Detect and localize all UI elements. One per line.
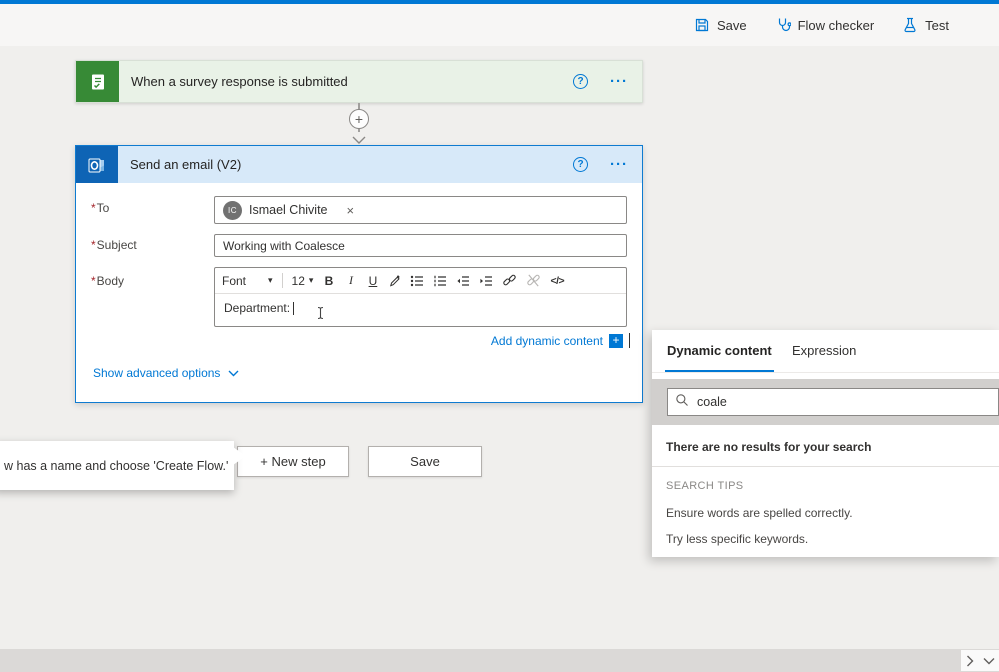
bold-button[interactable]: B: [322, 274, 335, 288]
body-editor[interactable]: Font ▾ 12 ▾ B I U </> Department:: [214, 267, 627, 327]
flow-checker-icon: [775, 17, 791, 33]
required-mark: *: [91, 274, 96, 288]
insert-caret: [629, 333, 630, 348]
chevron-right-icon[interactable]: [966, 655, 974, 667]
required-mark: *: [91, 201, 96, 215]
text-caret: [293, 301, 295, 315]
add-dynamic-plus-icon[interactable]: +: [609, 333, 623, 348]
survey-trigger-icon: [76, 61, 119, 102]
recipient-name: Ismael Chivite: [249, 203, 328, 217]
body-text-area[interactable]: Department:: [215, 294, 626, 322]
add-dynamic-content: Add dynamic content +: [491, 333, 630, 348]
tab-expression[interactable]: Expression: [790, 330, 858, 372]
search-tips-title: SEARCH TIPS: [666, 480, 744, 492]
tooltip-text: w has a name and choose 'Create Flow.': [4, 458, 229, 473]
subject-field[interactable]: [214, 234, 627, 257]
power-automate-designer: Save Flow checker Test When a survey res…: [0, 0, 999, 672]
recipient-avatar: IC: [223, 200, 242, 220]
link-icon[interactable]: [502, 273, 517, 288]
dynamic-content-search[interactable]: [667, 388, 999, 416]
insert-step-button[interactable]: +: [349, 109, 369, 129]
show-advanced-options-link[interactable]: Show advanced options: [93, 366, 239, 380]
remove-recipient-icon[interactable]: ×: [347, 203, 355, 218]
underline-button[interactable]: U: [366, 274, 379, 288]
search-icon: [675, 393, 689, 412]
chevron-down-icon[interactable]: [983, 657, 995, 665]
test-button[interactable]: Test: [902, 17, 949, 33]
scroll-nav: [961, 650, 999, 671]
indent-icon[interactable]: [479, 274, 493, 288]
chevron-down-icon: ▾: [268, 275, 273, 285]
panel-tabs: Dynamic content Expression: [652, 330, 999, 373]
add-dynamic-content-link[interactable]: Add dynamic content: [491, 334, 603, 348]
tab-dynamic-content[interactable]: Dynamic content: [665, 330, 774, 372]
toolbar-divider: [281, 273, 283, 288]
to-field[interactable]: IC Ismael Chivite ×: [214, 196, 627, 224]
flow-checker-label: Flow checker: [797, 17, 875, 33]
font-size-dropdown[interactable]: 12 ▾: [292, 274, 314, 288]
trigger-menu-icon[interactable]: ···: [610, 73, 628, 90]
numbered-list-icon[interactable]: [433, 274, 447, 288]
designer-toolbar: Save Flow checker Test: [0, 4, 999, 46]
rich-text-toolbar: Font ▾ 12 ▾ B I U </>: [215, 268, 626, 294]
trigger-help-icon[interactable]: ?: [573, 74, 588, 89]
recipient-chip[interactable]: IC Ismael Chivite ×: [223, 200, 355, 220]
body-label: *Body: [91, 274, 125, 288]
subject-label: *Subject: [91, 238, 137, 252]
save-icon: [694, 17, 710, 33]
highlight-pen-icon[interactable]: [388, 274, 401, 287]
code-view-button[interactable]: </>: [550, 275, 564, 287]
required-mark: *: [91, 238, 96, 252]
send-email-card[interactable]: Send an email (V2) ? ··· *To IC Ismael C…: [75, 145, 643, 403]
trigger-card[interactable]: When a survey response is submitted ? ··…: [75, 60, 643, 103]
search-tip: Ensure words are spelled correctly.: [666, 506, 853, 520]
no-results-message: There are no results for your search: [666, 440, 872, 454]
footer-bar: [0, 649, 999, 672]
action-menu-icon[interactable]: ···: [610, 156, 628, 173]
bullet-list-icon[interactable]: [410, 274, 424, 288]
body-text: Department:: [224, 301, 291, 315]
panel-divider: [652, 466, 999, 467]
test-flask-icon: [902, 17, 918, 33]
teaching-tooltip: w has a name and choose 'Create Flow.': [0, 441, 246, 490]
send-email-card-header[interactable]: Send an email (V2) ? ···: [76, 146, 642, 183]
action-help-icon[interactable]: ?: [573, 157, 588, 172]
to-label: *To: [91, 201, 110, 215]
chevron-down-icon: ▾: [308, 275, 314, 285]
flow-checker-button[interactable]: Flow checker: [775, 17, 875, 33]
search-input[interactable]: [697, 395, 991, 409]
chevron-down-icon: [228, 366, 239, 380]
new-step-button[interactable]: + New step: [237, 446, 349, 477]
outdent-icon[interactable]: [456, 274, 470, 288]
search-tip: Try less specific keywords.: [666, 532, 809, 546]
outlook-icon: [76, 146, 118, 183]
test-label: Test: [925, 17, 949, 33]
italic-button[interactable]: I: [344, 273, 357, 288]
unlink-icon[interactable]: [526, 273, 541, 288]
action-title: Send an email (V2): [130, 157, 242, 172]
font-family-dropdown[interactable]: Font ▾: [222, 274, 273, 288]
canvas-save-button[interactable]: Save: [368, 446, 482, 477]
trigger-title: When a survey response is submitted: [131, 74, 348, 89]
save-button[interactable]: Save: [694, 17, 747, 33]
dynamic-content-panel: Dynamic content Expression There are no …: [652, 330, 999, 557]
save-label: Save: [716, 17, 747, 33]
mouse-ibeam-cursor: [316, 306, 325, 325]
